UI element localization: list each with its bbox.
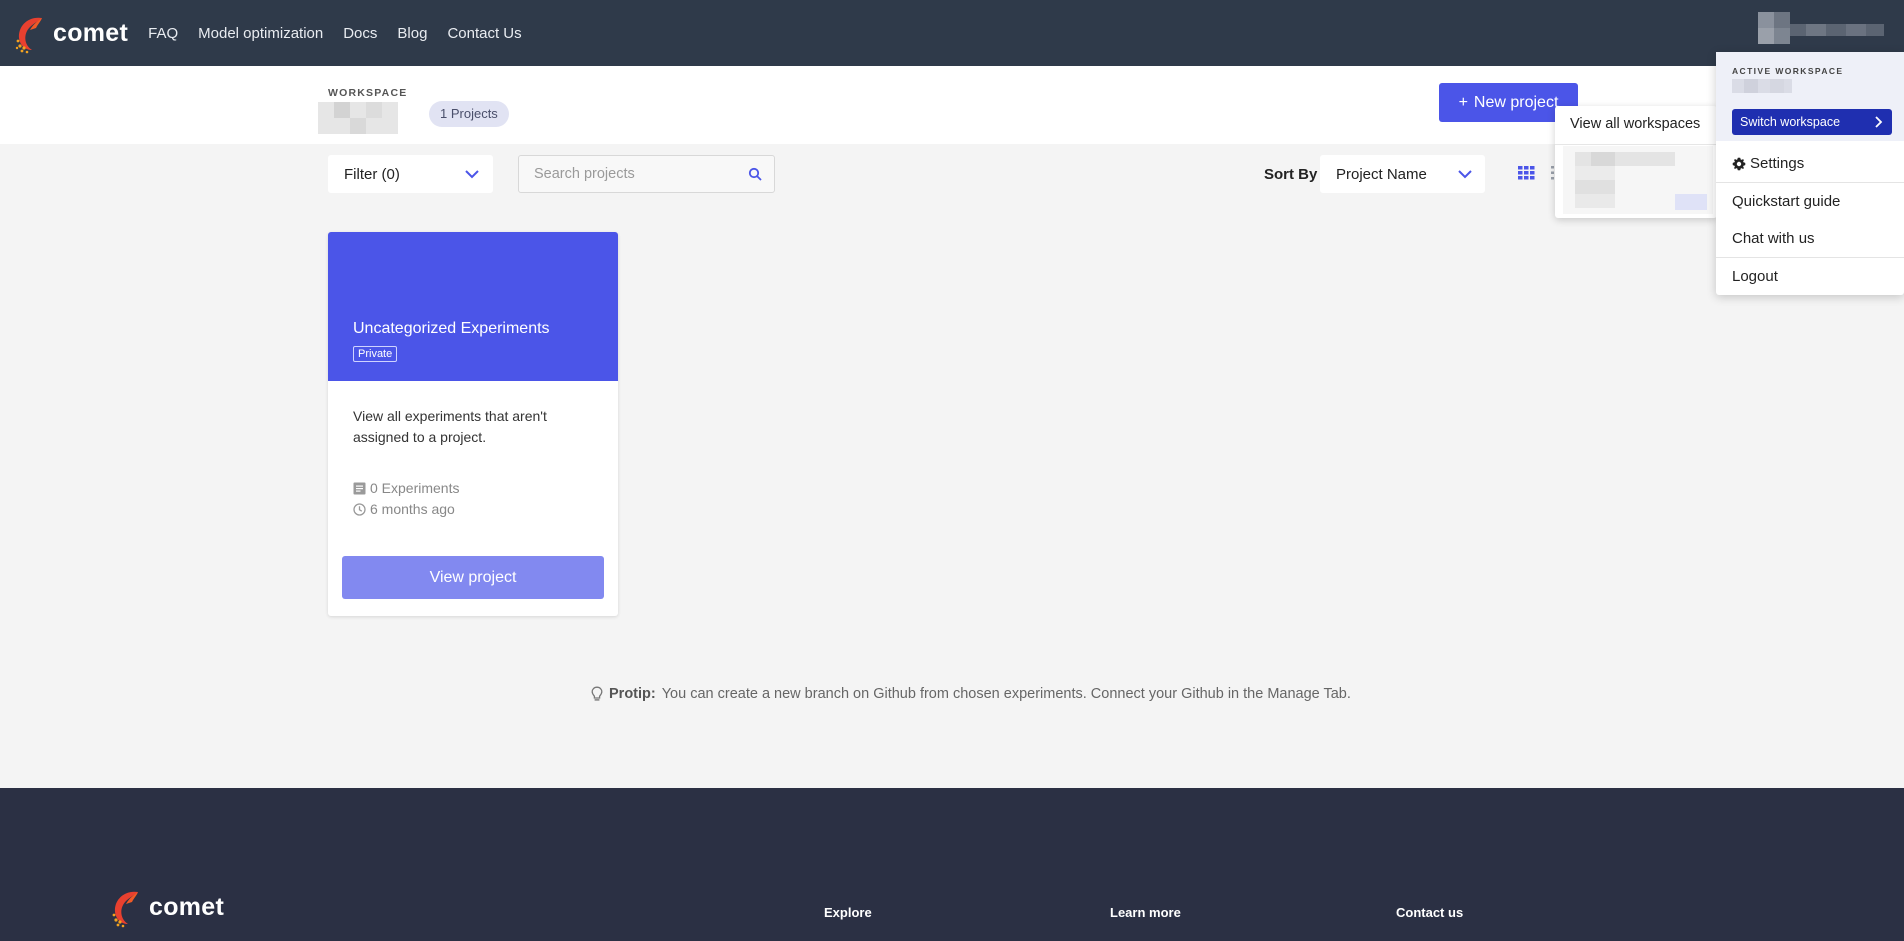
comet-logo-icon [15,17,42,54]
switch-workspace-button[interactable]: Switch workspace [1732,109,1892,135]
filter-dropdown[interactable]: Filter (0) [328,155,493,193]
protip: Protip: You can create a new branch on G… [591,686,1351,702]
brand-name: comet [53,18,129,47]
projects-count-badge: 1 Projects [429,101,509,127]
project-title[interactable]: Uncategorized Experiments [353,320,550,338]
workspace-list-item[interactable] [1563,146,1713,214]
footer-contact-heading: Contact us [1396,905,1464,920]
filter-label: Filter (0) [344,165,400,183]
last-updated-text: 6 months ago [370,501,455,517]
private-badge: Private [353,346,398,362]
search-input[interactable]: Search projects [518,155,775,193]
comet-logo[interactable]: comet [14,12,128,54]
new-project-label: New project [1473,93,1559,111]
top-navbar: comet FAQ Model optimization Docs Blog C… [0,0,1904,66]
quickstart-guide-menu-item[interactable]: Quickstart guide [1732,193,1840,210]
settings-label: Settings [1750,155,1805,172]
chevron-down-icon [1458,170,1472,179]
protip-label: Protip: [609,686,656,702]
divider [1716,182,1904,183]
sort-dropdown[interactable]: Project Name [1320,155,1485,193]
experiments-count-text: 0 Experiments [370,480,460,496]
grid-view-icon[interactable] [1518,166,1535,180]
nav-link-faq[interactable]: FAQ [148,25,178,42]
nav-link-contact-us[interactable]: Contact Us [447,25,521,42]
switch-workspace-label: Switch workspace [1740,115,1841,129]
last-updated: 6 months ago [353,501,455,517]
footer: comet Explore Learn more Contact us [0,788,1904,941]
footer-explore-heading: Explore [824,905,872,920]
active-workspace-section: ACTIVE WORKSPACE Switch workspace [1716,52,1904,141]
nav-link-blog[interactable]: Blog [397,25,427,42]
clock-icon [353,502,366,516]
nav-link-docs[interactable]: Docs [343,25,377,42]
project-card[interactable]: Uncategorized Experiments Private View a… [328,232,618,616]
search-icon[interactable] [748,167,762,181]
active-workspace-name [1732,79,1792,93]
footer-learn-more-heading: Learn more [1110,905,1181,920]
sort-by-label: Sort By [1264,166,1318,183]
lightbulb-icon [591,686,603,701]
project-card-header[interactable]: Uncategorized Experiments Private [328,232,618,381]
workspace-label: WORKSPACE [328,87,408,99]
chevron-right-icon [1875,116,1883,128]
view-project-button[interactable]: View project [342,556,604,599]
document-icon [353,482,366,494]
gear-icon [1732,157,1746,170]
view-all-workspaces[interactable]: View all workspaces [1570,116,1700,132]
logout-menu-item[interactable]: Logout [1732,268,1778,285]
footer-logo[interactable]: comet [110,886,224,928]
workspace-submenu: View all workspaces [1555,106,1717,218]
divider [1555,144,1717,145]
chevron-down-icon [465,170,479,179]
experiments-count: 0 Experiments [353,480,459,496]
settings-menu-item[interactable]: Settings [1732,155,1804,172]
account-dropdown: ACTIVE WORKSPACE Switch workspace Settin… [1716,52,1904,295]
user-avatar[interactable] [1758,12,1884,44]
chat-with-us-menu-item[interactable]: Chat with us [1732,230,1815,247]
divider [1716,257,1904,258]
workspace-name[interactable] [318,102,398,134]
project-description: View all experiments that aren't assigne… [353,408,547,445]
protip-text: You can create a new branch on Github fr… [661,686,1351,702]
search-placeholder: Search projects [534,166,635,182]
nav-link-model-optimization[interactable]: Model optimization [198,25,323,42]
footer-brand-name: comet [149,892,225,921]
active-workspace-label: ACTIVE WORKSPACE [1732,66,1844,76]
sort-value: Project Name [1336,165,1427,183]
plus-icon: + [1458,93,1468,111]
comet-logo-icon [112,891,138,928]
